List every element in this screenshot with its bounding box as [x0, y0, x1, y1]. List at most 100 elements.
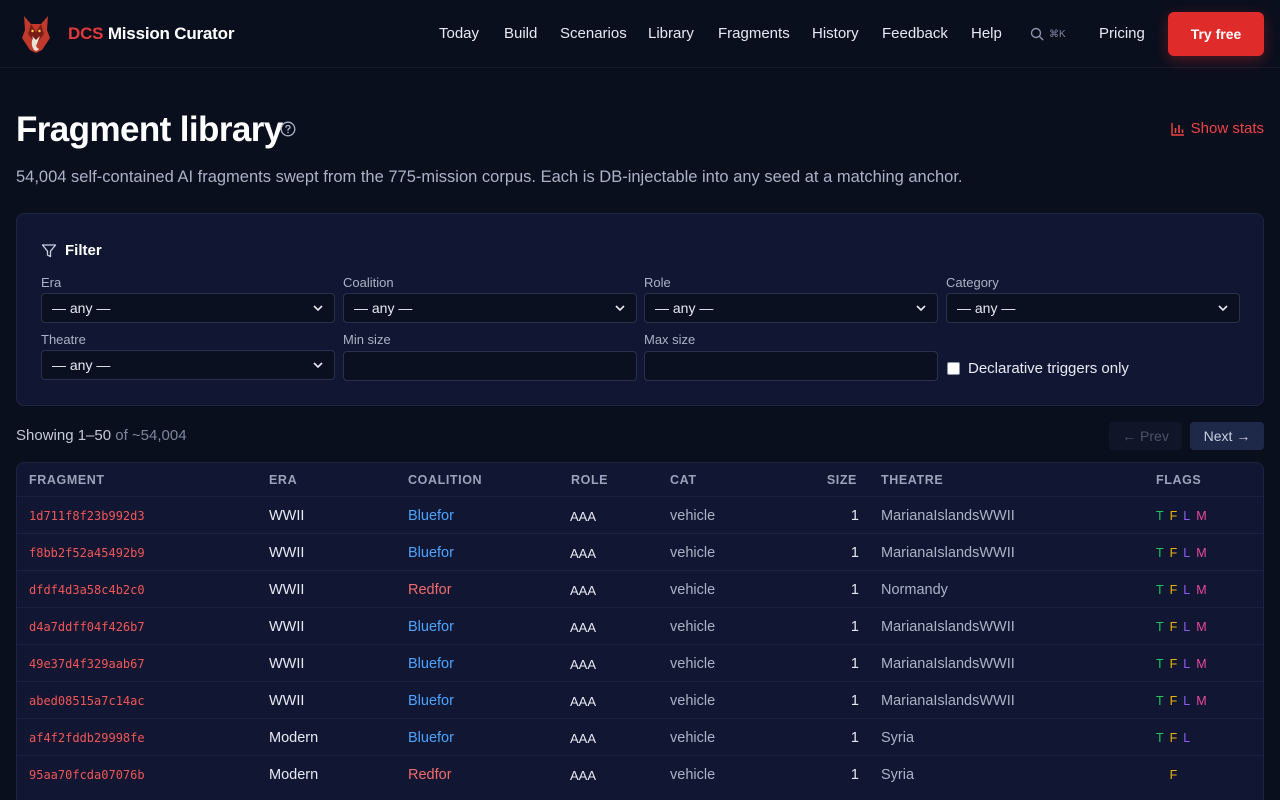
- brand-name[interactable]: DCS Mission Curator: [68, 24, 234, 44]
- header-fragment[interactable]: FRAGMENT: [29, 473, 105, 487]
- table-row[interactable]: 1d711f8f23b992d3 WWII Bluefor AAA vehicle 1 Ma…: [17, 496, 1263, 533]
- filter-title: Filter: [65, 242, 102, 259]
- era-cell: Modern: [269, 767, 319, 783]
- header-theatre[interactable]: THEATRE: [881, 473, 943, 487]
- chevron-down-icon: [615, 305, 625, 312]
- try-free-button[interactable]: Try free: [1168, 12, 1264, 56]
- table-row[interactable]: abed08515a7c14ac WWII Bluefor AAA vehicle 1 Ma…: [17, 681, 1263, 718]
- theatre-select[interactable]: — any —: [41, 350, 335, 380]
- role-select[interactable]: — any —: [644, 293, 938, 323]
- flag-f: F: [1169, 657, 1178, 671]
- nav-today[interactable]: Today: [439, 25, 479, 42]
- nav-pricing[interactable]: Pricing: [1099, 25, 1145, 42]
- flag-m: M: [1196, 657, 1207, 671]
- table-row[interactable]: 49e37d4f329aab67 WWII Bluefor AAA vehicle 1 Ma…: [17, 644, 1263, 681]
- nav-library[interactable]: Library: [648, 25, 694, 42]
- results-range: Showing 1–50: [16, 427, 112, 444]
- brand-rest: Mission Curator: [107, 24, 235, 43]
- era-cell: WWII: [269, 656, 305, 672]
- era-cell: WWII: [269, 582, 305, 598]
- page-title: Fragment library: [16, 110, 283, 149]
- flag-l: L: [1183, 546, 1191, 560]
- show-stats-button[interactable]: Show stats: [1170, 120, 1264, 137]
- nav-fragments[interactable]: Fragments: [718, 25, 790, 42]
- next-page-button[interactable]: Next →: [1190, 422, 1264, 450]
- fragment-id[interactable]: af4f2fddb29998fe: [29, 731, 145, 745]
- theatre-select-value: — any —: [52, 357, 111, 373]
- flags-cell: TFLM: [1156, 657, 1213, 671]
- fragment-id[interactable]: abed08515a7c14ac: [29, 694, 145, 708]
- fox-logo-icon[interactable]: [20, 14, 52, 54]
- flag-f: F: [1169, 694, 1178, 708]
- declarative-triggers-toggle[interactable]: Declarative triggers only: [947, 360, 1129, 377]
- role-cell: AAA: [570, 546, 597, 561]
- role-cell: AAA: [570, 509, 597, 524]
- flags-cell: TFLM: [1156, 620, 1213, 634]
- declarative-triggers-label: Declarative triggers only: [968, 360, 1129, 377]
- header-coalition[interactable]: COALITION: [408, 473, 482, 487]
- flag-m: M: [1196, 546, 1207, 560]
- search-shortcut: ⌘K: [1049, 28, 1066, 40]
- nav-history[interactable]: History: [812, 25, 859, 42]
- category-select-value: — any —: [957, 300, 1016, 316]
- nav-scenarios[interactable]: Scenarios: [560, 25, 627, 42]
- size-cell: 1: [850, 582, 859, 598]
- size-cell: 1: [850, 619, 859, 635]
- coalition-select[interactable]: — any —: [343, 293, 637, 323]
- help-icon[interactable]: [280, 121, 296, 137]
- role-cell: AAA: [570, 694, 597, 709]
- category-label: Category: [946, 275, 999, 290]
- flags-cell: TFLM: [1156, 694, 1213, 708]
- header-size[interactable]: SIZE: [827, 473, 857, 487]
- size-cell: 1: [850, 545, 859, 561]
- header-era[interactable]: ERA: [269, 473, 297, 487]
- table-row[interactable]: dfdf4d3a58c4b2c0 WWII Redfor AAA vehicle 1 Nor…: [17, 570, 1263, 607]
- header-cat[interactable]: CAT: [670, 473, 697, 487]
- era-cell: Modern: [269, 730, 319, 746]
- role-cell: AAA: [570, 583, 597, 598]
- table-row[interactable]: d4a7ddff04f426b7 WWII Bluefor AAA vehicle 1 Ma…: [17, 607, 1263, 644]
- fragment-id[interactable]: d4a7ddff04f426b7: [29, 620, 145, 634]
- coalition-select-value: — any —: [354, 300, 413, 316]
- header-role[interactable]: ROLE: [571, 473, 608, 487]
- fragment-id[interactable]: dfdf4d3a58c4b2c0: [29, 583, 145, 597]
- filter-heading: Filter: [41, 242, 102, 259]
- flags-cell: TFLM: [1156, 509, 1213, 523]
- fragment-id[interactable]: 95aa70fcda07076b: [29, 768, 145, 782]
- nav-build[interactable]: Build: [504, 25, 537, 42]
- nav-feedback[interactable]: Feedback: [882, 25, 948, 42]
- coalition-cell: Redfor: [408, 767, 452, 783]
- theatre-cell: MarianaIslandsWWII: [881, 508, 1015, 524]
- flags-cell: TFLM: [1156, 768, 1213, 782]
- search-icon: [1030, 27, 1044, 41]
- flag-f: F: [1169, 731, 1178, 745]
- brand-accent: DCS: [68, 24, 104, 43]
- table-row[interactable]: 95aa70fcda07076b Modern Redfor AAA vehicle 1 S…: [17, 755, 1263, 792]
- role-label: Role: [644, 275, 671, 290]
- min-size-input[interactable]: [343, 351, 637, 381]
- flag-m: M: [1196, 620, 1207, 634]
- coalition-label: Coalition: [343, 275, 394, 290]
- page-subtitle: 54,004 self-contained AI fragments swept…: [16, 168, 963, 186]
- size-cell: 1: [850, 508, 859, 524]
- search-button[interactable]: ⌘K: [1030, 24, 1066, 44]
- max-size-input[interactable]: [644, 351, 938, 381]
- fragment-id[interactable]: f8bb2f52a45492b9: [29, 546, 145, 560]
- declarative-triggers-checkbox[interactable]: [947, 362, 960, 375]
- flag-t: T: [1156, 546, 1164, 560]
- table-row[interactable]: f8bb2f52a45492b9 WWII Bluefor AAA vehicle 1 Ma…: [17, 533, 1263, 570]
- role-cell: AAA: [570, 620, 597, 635]
- flag-l: L: [1183, 583, 1191, 597]
- era-select[interactable]: — any —: [41, 293, 335, 323]
- flag-t: T: [1156, 731, 1164, 745]
- header-flags[interactable]: FLAGS: [1156, 473, 1201, 487]
- fragment-id[interactable]: 1d711f8f23b992d3: [29, 509, 145, 523]
- era-cell: WWII: [269, 508, 305, 524]
- table-row[interactable]: af4f2fddb29998fe Modern Bluefor AAA vehicle 1…: [17, 718, 1263, 755]
- nav-help[interactable]: Help: [971, 25, 1002, 42]
- category-select[interactable]: — any —: [946, 293, 1240, 323]
- flag-m: M: [1196, 583, 1207, 597]
- prev-page-button[interactable]: ← Prev: [1109, 422, 1182, 450]
- theatre-label: Theatre: [41, 332, 86, 347]
- fragment-id[interactable]: 49e37d4f329aab67: [29, 657, 145, 671]
